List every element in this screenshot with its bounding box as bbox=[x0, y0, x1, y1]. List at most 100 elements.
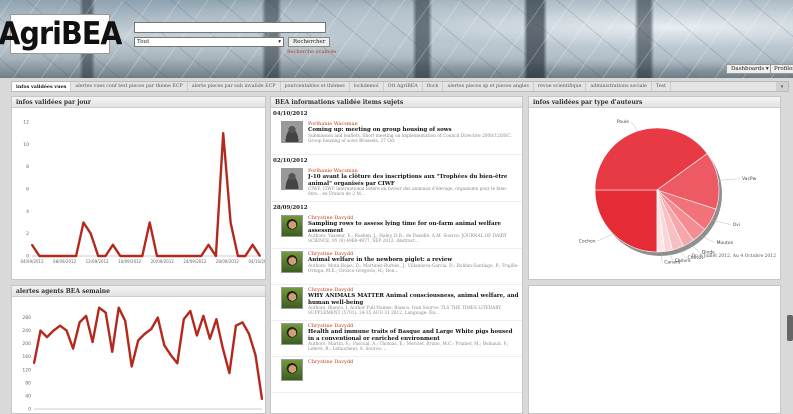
series-line bbox=[30, 132, 262, 258]
data-point bbox=[112, 243, 114, 246]
pie-label: Cochon bbox=[579, 238, 596, 244]
list-item[interactable]: Porlhanie Wacsman J-10 avant la clôture … bbox=[271, 166, 522, 202]
data-point bbox=[45, 255, 48, 257]
data-point bbox=[261, 398, 263, 401]
data-point bbox=[170, 255, 173, 257]
data-point bbox=[39, 329, 42, 332]
app-logo[interactable]: AgriBEA bbox=[0, 14, 123, 54]
data-point bbox=[126, 255, 129, 257]
search-button[interactable]: Rechercher bbox=[288, 37, 331, 47]
data-point bbox=[119, 255, 122, 257]
x-tick-label: 20/09/2012 bbox=[151, 259, 175, 264]
data-point bbox=[176, 362, 179, 365]
data-point bbox=[72, 347, 74, 350]
y-tick-label: 200 bbox=[22, 341, 31, 347]
list-item[interactable]: Chrystine Davydd Animal welfare in the n… bbox=[271, 249, 522, 285]
x-tick-label: 24/09/2012 bbox=[183, 259, 207, 264]
item-body: Chrystine Davydd Sampling rows to assess… bbox=[308, 215, 520, 245]
data-point bbox=[182, 318, 185, 321]
avatar bbox=[281, 323, 303, 345]
item-author[interactable]: Chrystine Davydd bbox=[308, 359, 520, 365]
pie-label: Ovi bbox=[733, 222, 740, 228]
y-tick-label: 160 bbox=[22, 354, 31, 360]
tabs-dropdown-icon[interactable]: ▾ bbox=[776, 82, 788, 91]
tab-alertes-angles[interactable]: alertes pieces sp et pieces angles bbox=[443, 82, 534, 91]
data-point bbox=[117, 306, 120, 309]
tab-alertes-conf[interactable]: alertes vues conf test pieces par thème … bbox=[71, 82, 188, 91]
search-input[interactable] bbox=[134, 22, 326, 33]
feed-date: 02/10/2012 bbox=[273, 158, 308, 164]
data-point bbox=[189, 310, 192, 312]
panel-empty bbox=[528, 285, 781, 414]
list-item[interactable]: Chrystine Davydd Health and immune trait… bbox=[271, 321, 522, 357]
data-point bbox=[124, 319, 127, 322]
tab-alerte-pieces[interactable]: alerte pieces par sub invalide ECP bbox=[188, 82, 281, 91]
data-point bbox=[178, 255, 180, 257]
pie-label: Mouton bbox=[717, 240, 734, 246]
type-select[interactable]: Tout ▾ bbox=[134, 37, 284, 47]
advanced-search-link[interactable]: Recherche avancée bbox=[287, 49, 336, 55]
data-point bbox=[163, 344, 166, 347]
data-point bbox=[208, 337, 211, 340]
data-point bbox=[38, 255, 41, 257]
panel-feed: BEA informations validée items sujets 04… bbox=[270, 96, 523, 414]
feed-date: 28/09/2012 bbox=[273, 205, 308, 211]
data-point bbox=[67, 255, 70, 257]
data-point bbox=[78, 321, 81, 324]
data-point bbox=[259, 255, 261, 257]
data-point bbox=[82, 221, 85, 224]
y-tick-label: 8 bbox=[26, 164, 29, 170]
item-body: Chrystine Davydd Health and immune trait… bbox=[308, 323, 520, 353]
dashboards-button[interactable]: Dashboards ▾ bbox=[726, 64, 774, 74]
panel-alertes-semaine: alertes agents BEA semaine 0 40 80 120 160 20… bbox=[11, 285, 266, 414]
x-tick-label: 08/09/2012 bbox=[53, 259, 77, 264]
item-title[interactable]: Sampling rows to assess lying time for o… bbox=[308, 221, 520, 234]
header-banner: AgriBEA Tout ▾ Rechercher Recherche avan… bbox=[0, 0, 793, 78]
data-point bbox=[244, 255, 247, 257]
data-point bbox=[75, 255, 78, 257]
search-row: Tout ▾ Rechercher bbox=[134, 37, 331, 47]
tab-ott-agribea[interactable]: Ott AgriBEA bbox=[384, 82, 423, 91]
data-point bbox=[207, 243, 210, 246]
data-point bbox=[222, 347, 224, 350]
item-snippet: Authors: Vasseur, E.; Rushen, J.; Haley,… bbox=[308, 234, 507, 244]
panel-title: infos validées par type d'auteurs bbox=[529, 97, 780, 108]
tab-lockdemol[interactable]: lockdemol bbox=[350, 82, 384, 91]
item-snippet: Authors: Martin, E.; Pascual, A.; Thomas… bbox=[308, 342, 509, 352]
scrollbar-handle[interactable] bbox=[787, 315, 793, 341]
list-item[interactable]: Chrystine Davydd WHY ANIMALS MATTER Anim… bbox=[271, 285, 522, 321]
data-point bbox=[241, 321, 244, 324]
data-point bbox=[215, 318, 218, 321]
item-snippet: Authors: Mota-Rojas, D.; Martinez-Burnes… bbox=[308, 263, 519, 274]
data-point bbox=[65, 329, 68, 332]
avatar bbox=[281, 121, 303, 143]
logo-text: AgriBEA bbox=[0, 16, 123, 52]
panel-title: infos validées par jour bbox=[12, 97, 265, 108]
data-point bbox=[137, 339, 140, 342]
tab-flock[interactable]: flock bbox=[423, 82, 444, 91]
list-item[interactable]: Chrystine Davydd bbox=[271, 357, 522, 393]
data-point bbox=[237, 255, 239, 257]
panel-infos-par-jour: infos validées par jour 0 2 4 6 8 10 12 04/09/2… bbox=[11, 96, 272, 280]
data-point bbox=[248, 332, 250, 335]
data-point bbox=[185, 255, 188, 257]
data-point bbox=[141, 255, 144, 257]
tab-pourcentables[interactable]: pourcentables et thèmes bbox=[281, 82, 350, 91]
item-title[interactable]: J-10 avant la clôture des inscriptions a… bbox=[308, 174, 520, 187]
profile-button[interactable]: Profiles bbox=[770, 64, 793, 74]
tab-revue-scientifique[interactable]: revue scientifique bbox=[534, 82, 587, 91]
series-line bbox=[32, 306, 264, 400]
list-item[interactable]: Porlhanie Wacsman Coming up: meeting on … bbox=[271, 119, 522, 155]
item-snippet: Authors: Bianco, I. Author Full Names: B… bbox=[308, 306, 502, 316]
pie-label: Poule bbox=[617, 119, 629, 125]
tab-test[interactable]: Test bbox=[652, 82, 671, 91]
item-title[interactable]: Health and immune traits of Basque and L… bbox=[308, 329, 520, 342]
tab-administrations[interactable]: administrations sociale bbox=[586, 82, 652, 91]
tab-infos-validees-vues[interactable]: infos validées vues bbox=[12, 82, 72, 91]
list-item[interactable]: Chrystine Davydd Sampling rows to assess… bbox=[271, 213, 522, 249]
y-tick-label: 120 bbox=[22, 367, 31, 373]
data-point bbox=[60, 255, 63, 257]
data-point bbox=[33, 362, 35, 365]
data-point bbox=[251, 243, 254, 246]
item-title[interactable]: WHY ANIMALS MATTER Animal consciousness,… bbox=[308, 293, 520, 306]
